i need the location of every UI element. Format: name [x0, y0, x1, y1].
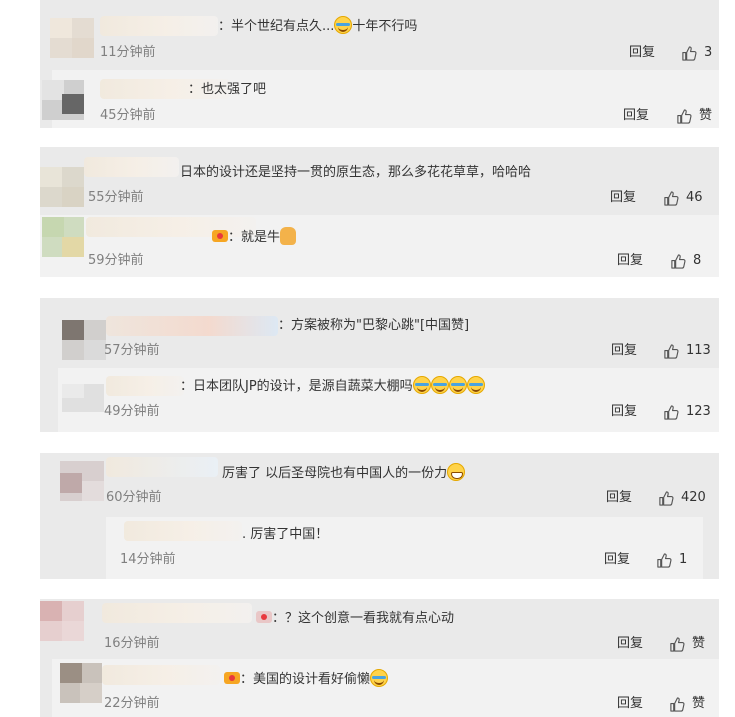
like-button[interactable]: 8	[670, 252, 701, 270]
avatar[interactable]	[42, 217, 84, 257]
grin-emoji-icon	[447, 463, 466, 481]
comment-text: ：就是牛	[212, 227, 297, 248]
comment-text: ：日本团队JP的设计，是源自蔬菜大棚吗	[180, 376, 485, 397]
cry-emoji-icon	[334, 16, 353, 34]
like-count: 113	[686, 343, 711, 358]
thumbs-up-icon	[669, 636, 686, 653]
username[interactable]	[84, 157, 179, 177]
thumbs-up-icon	[669, 696, 686, 713]
like-button[interactable]: 赞	[669, 695, 705, 713]
reply-button[interactable]: 回复	[611, 342, 637, 360]
thumbs-up-icon	[681, 45, 698, 62]
timestamp: 22分钟前	[104, 696, 160, 711]
like-count: 8	[693, 253, 702, 268]
thumbs-up-icon	[663, 343, 680, 360]
avatar[interactable]	[40, 167, 84, 207]
timestamp: 11分钟前	[100, 45, 156, 60]
username[interactable]	[106, 316, 278, 336]
comment-text: ：方案被称为"巴黎心跳"[中国赞]	[278, 318, 470, 333]
thumbs-up-icon	[658, 490, 675, 507]
like-count: 3	[704, 45, 713, 60]
like-button[interactable]: 46	[663, 189, 703, 207]
vip-badge-icon	[256, 611, 272, 623]
comment-thread: ：半个世纪有点久... 十年不行吗 11分钟前 回复 3 ：也太强了吧 45分钟前…	[40, 0, 719, 128]
username[interactable]	[106, 376, 184, 396]
comment-thread: 日本的设计还是坚持一贯的原生态，那么多花花草草，哈哈哈 55分钟前 回复 46 …	[40, 147, 719, 277]
username[interactable]	[102, 603, 252, 623]
thumbs-up-icon	[670, 253, 687, 270]
like-count: 赞	[692, 636, 706, 651]
timestamp: 60分钟前	[106, 490, 162, 505]
cry-emoji-icon	[466, 376, 485, 394]
reply-button[interactable]: 回复	[604, 551, 630, 569]
comment-thread: ：方案被称为"巴黎心跳"[中国赞] 57分钟前 回复 113 ：日本团队JP的设…	[40, 298, 719, 432]
thumbs-up-icon	[676, 108, 693, 125]
thumbs-up-emoji-icon	[280, 227, 297, 245]
like-button[interactable]: 1	[656, 551, 687, 569]
cry-emoji-icon	[448, 376, 467, 394]
reply-button[interactable]: 回复	[623, 107, 649, 125]
comment-text: ：半个世纪有点久... 十年不行吗	[218, 16, 417, 37]
timestamp: 49分钟前	[104, 404, 160, 419]
reply-button[interactable]: 回复	[629, 44, 655, 62]
avatar[interactable]	[50, 18, 94, 58]
like-count: 123	[686, 404, 711, 419]
cry-emoji-icon	[370, 669, 389, 687]
vip-badge-icon	[224, 672, 240, 684]
reply-button[interactable]: 回复	[617, 635, 643, 653]
comment-thread: ：？这个创意一看我就有点心动 16分钟前 回复 赞 ：美国的设计看好偷懒 22分…	[40, 599, 719, 717]
like-count: 赞	[692, 696, 706, 711]
like-button[interactable]: 113	[663, 342, 711, 360]
cry-emoji-icon	[412, 376, 431, 394]
thumbs-up-icon	[663, 404, 680, 421]
timestamp: 59分钟前	[88, 253, 144, 268]
avatar[interactable]	[40, 601, 84, 641]
like-count: 46	[686, 190, 703, 205]
timestamp: 16分钟前	[104, 636, 160, 651]
thumbs-up-icon	[656, 552, 673, 569]
avatar[interactable]	[42, 80, 84, 120]
avatar[interactable]	[60, 663, 102, 703]
cry-emoji-icon	[430, 376, 449, 394]
like-count: 赞	[699, 108, 713, 123]
like-count: 420	[681, 490, 706, 505]
like-button[interactable]: 123	[663, 403, 711, 421]
timestamp: 45分钟前	[100, 108, 156, 123]
avatar[interactable]	[62, 320, 106, 360]
comment-text: ：也太强了吧	[188, 82, 267, 97]
avatar[interactable]	[62, 384, 104, 412]
comment-thread: 厉害了 以后圣母院也有中国人的一份力 60分钟前 回复 420 . 厉害了中国！…	[40, 453, 719, 579]
username[interactable]	[106, 457, 218, 477]
avatar[interactable]	[60, 461, 104, 501]
comment-text: 日本的设计还是坚持一贯的原生态，那么多花花草草，哈哈哈	[180, 165, 532, 180]
like-button[interactable]: 420	[658, 489, 706, 507]
like-button[interactable]: 赞	[669, 635, 705, 653]
thumbs-up-icon	[663, 190, 680, 207]
timestamp: 55分钟前	[88, 190, 144, 205]
comment-text: 厉害了 以后圣母院也有中国人的一份力	[222, 463, 466, 484]
reply-button[interactable]: 回复	[617, 252, 643, 270]
username[interactable]	[124, 521, 242, 541]
comment-text: . 厉害了中国！	[242, 527, 329, 542]
comment-text: ：？这个创意一看我就有点心动	[256, 609, 454, 629]
reply-button[interactable]: 回复	[617, 695, 643, 713]
username[interactable]	[102, 665, 220, 685]
reply-button[interactable]: 回复	[611, 403, 637, 421]
like-button[interactable]: 3	[681, 44, 712, 62]
reply-button[interactable]: 回复	[610, 189, 636, 207]
reply-button[interactable]: 回复	[606, 489, 632, 507]
vip-badge-icon	[212, 230, 228, 242]
timestamp: 57分钟前	[104, 343, 160, 358]
like-count: 1	[679, 552, 688, 567]
timestamp: 14分钟前	[120, 552, 176, 567]
comment-text: ：美国的设计看好偷懒	[224, 669, 389, 690]
like-button[interactable]: 赞	[676, 107, 712, 125]
username[interactable]	[100, 16, 218, 36]
